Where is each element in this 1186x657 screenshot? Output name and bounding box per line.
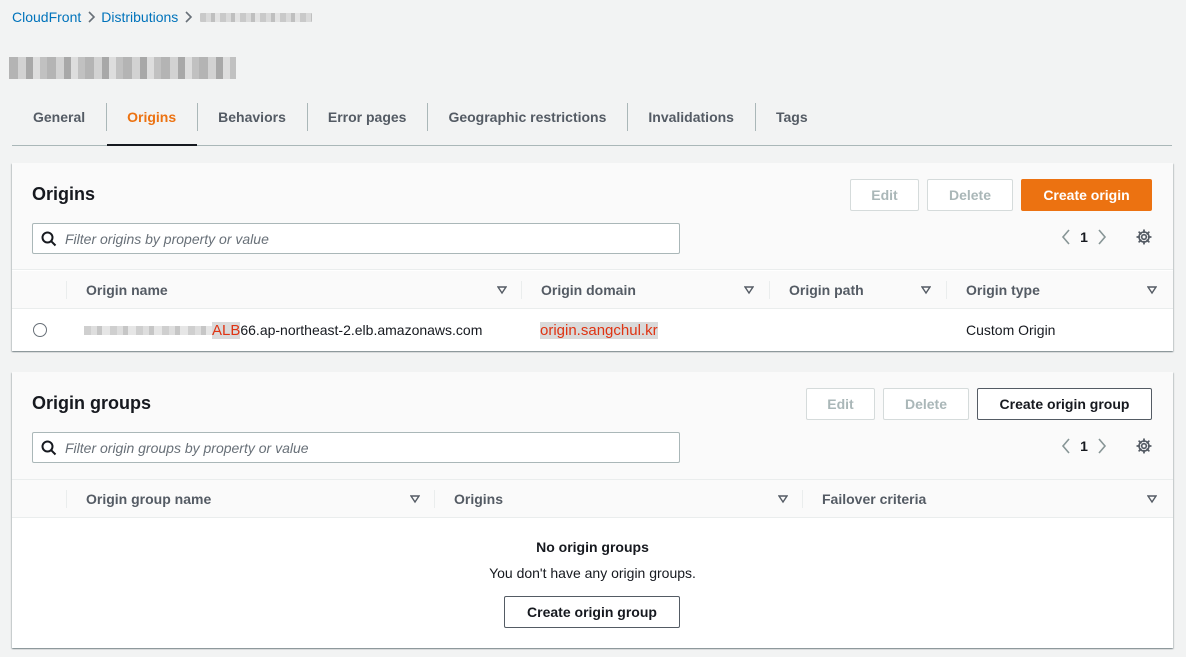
radio-button[interactable] — [33, 323, 47, 337]
column-origin-domain[interactable]: Origin domain — [541, 271, 636, 309]
origin-groups-filter-placeholder: Filter origin groups by property or valu… — [65, 439, 309, 456]
empty-create-origin-group-button[interactable]: Create origin group — [504, 596, 680, 628]
origin-name-redacted-tag: ALB — [212, 321, 241, 339]
gear-icon[interactable] — [1136, 229, 1152, 245]
column-divider — [434, 490, 435, 508]
column-origin-name[interactable]: Origin name — [86, 271, 168, 309]
origin-name-cell: ALB 66.ap-northeast-2.elb.amazonaws.com — [84, 310, 482, 350]
table-row[interactable]: ALB 66.ap-northeast-2.elb.amazonaws.com o… — [12, 310, 1173, 350]
tab-origins[interactable]: Origins — [106, 101, 198, 146]
search-icon — [33, 231, 65, 247]
sort-caret-icon[interactable] — [1147, 285, 1157, 295]
breadcrumb-distributions-link[interactable]: Distributions — [101, 9, 178, 25]
tab-invalidations[interactable]: Invalidations — [627, 101, 755, 145]
tab-error-pages[interactable]: Error pages — [306, 101, 428, 145]
column-failover-criteria[interactable]: Failover criteria — [822, 480, 926, 518]
tab-behaviors[interactable]: Behaviors — [197, 101, 307, 145]
search-icon — [33, 440, 65, 456]
origins-panel: Origins Edit Delete Create origin Filter… — [12, 163, 1173, 351]
chevron-right-icon[interactable] — [1088, 438, 1116, 454]
tab-bar: General Origins Behaviors Error pages Ge… — [12, 101, 1172, 146]
column-divider — [802, 490, 803, 508]
gear-icon[interactable] — [1136, 438, 1152, 454]
column-origin-path[interactable]: Origin path — [789, 271, 864, 309]
column-origin-type[interactable]: Origin type — [966, 271, 1040, 309]
sort-caret-icon[interactable] — [921, 285, 931, 295]
column-divider — [66, 281, 67, 299]
origin-domain-value: origin.sangchul.kr — [540, 321, 658, 339]
delete-origin-button[interactable]: Delete — [927, 179, 1013, 211]
origin-name-redacted — [84, 325, 212, 335]
delete-origin-group-button[interactable]: Delete — [883, 388, 969, 420]
column-divider — [769, 281, 770, 299]
column-divider — [521, 281, 522, 299]
sort-caret-icon[interactable] — [497, 285, 507, 295]
breadcrumb-distribution-id-redacted — [200, 12, 313, 22]
chevron-right-icon — [178, 11, 198, 23]
origins-panel-header: Origins Edit Delete Create origin Filter… — [12, 163, 1173, 270]
origins-pagination: 1 — [1052, 229, 1152, 245]
origin-groups-pagination: 1 — [1052, 438, 1152, 454]
column-divider — [946, 281, 947, 299]
origins-filter-input[interactable]: Filter origins by property or value — [32, 223, 680, 254]
origin-groups-title: Origin groups — [32, 393, 151, 413]
column-origins[interactable]: Origins — [454, 480, 503, 518]
create-origin-button[interactable]: Create origin — [1021, 179, 1152, 211]
origin-type-cell: Custom Origin — [966, 322, 1056, 338]
origin-groups-panel-header: Origin groups Edit Delete Create origin … — [12, 372, 1173, 480]
empty-state-description: You don't have any origin groups. — [489, 565, 696, 581]
breadcrumb-cloudfront-link[interactable]: CloudFront — [12, 9, 81, 25]
origin-groups-filter-input[interactable]: Filter origin groups by property or valu… — [32, 432, 680, 463]
origin-groups-table-header: Origin group name Origins Failover crite… — [12, 480, 1173, 518]
origins-title: Origins — [32, 184, 96, 204]
column-divider — [66, 490, 67, 508]
origins-page-number[interactable]: 1 — [1080, 229, 1088, 245]
sort-caret-icon[interactable] — [1147, 494, 1157, 504]
empty-state-title: No origin groups — [536, 539, 649, 555]
sort-caret-icon[interactable] — [744, 285, 754, 295]
tab-geographic-restrictions[interactable]: Geographic restrictions — [427, 101, 627, 145]
tab-general[interactable]: General — [12, 101, 106, 145]
tab-tags[interactable]: Tags — [754, 101, 829, 145]
chevron-left-icon[interactable] — [1052, 229, 1080, 245]
column-origin-group-name[interactable]: Origin group name — [86, 480, 211, 518]
origin-groups-panel: Origin groups Edit Delete Create origin … — [12, 372, 1173, 648]
origin-name-suffix: 66.ap-northeast-2.elb.amazonaws.com — [240, 322, 483, 338]
chevron-right-icon[interactable] — [1088, 229, 1116, 245]
edit-origin-group-button[interactable]: Edit — [806, 388, 875, 420]
edit-origin-button[interactable]: Edit — [850, 179, 919, 211]
origins-filter-placeholder: Filter origins by property or value — [65, 230, 269, 247]
origins-table-header: Origin name Origin domain Origin path Or… — [12, 271, 1173, 309]
chevron-left-icon[interactable] — [1052, 438, 1080, 454]
sort-caret-icon[interactable] — [778, 494, 788, 504]
page-title-redacted — [9, 57, 236, 79]
row-select-radio[interactable] — [33, 310, 47, 350]
create-origin-group-button[interactable]: Create origin group — [977, 388, 1152, 420]
origin-domain-cell: origin.sangchul.kr — [540, 310, 658, 350]
origin-groups-page-number[interactable]: 1 — [1080, 438, 1088, 454]
breadcrumb: CloudFront Distributions — [12, 8, 313, 26]
chevron-right-icon — [81, 11, 101, 23]
sort-caret-icon[interactable] — [410, 494, 420, 504]
